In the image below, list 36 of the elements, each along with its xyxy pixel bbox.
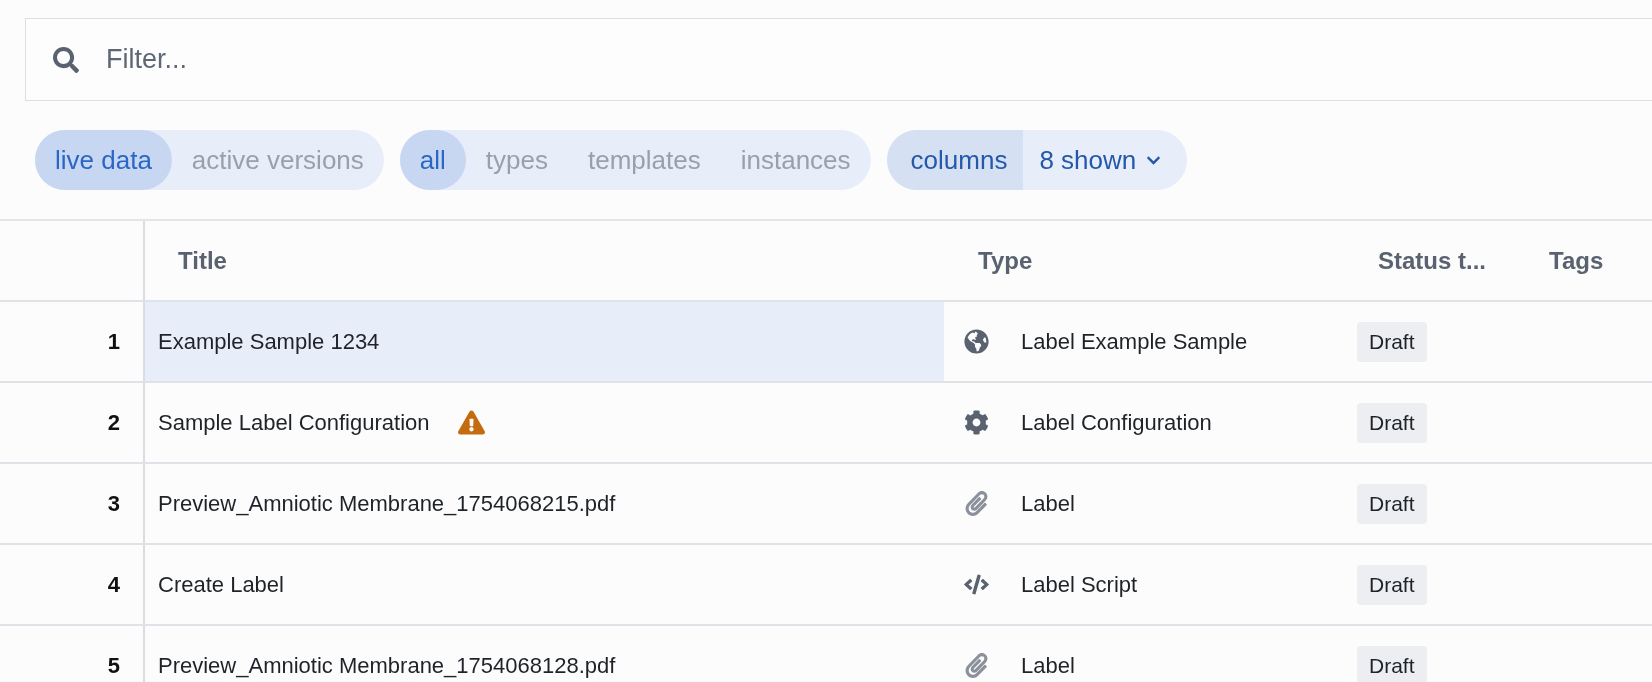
columns-label: columns xyxy=(886,130,1024,190)
filter-bar[interactable]: Filter... xyxy=(25,18,1652,101)
columns-dropdown[interactable]: 8 shown xyxy=(1023,130,1188,190)
row-number: 3 xyxy=(107,490,120,517)
filter-toggle[interactable]: all xyxy=(399,130,466,190)
type-label: Label xyxy=(1021,652,1075,679)
status-tag: Draft xyxy=(1357,321,1427,362)
title-cell[interactable]: Create Label xyxy=(145,545,944,624)
code-icon xyxy=(964,572,989,597)
column-header[interactable]: Status t... xyxy=(1340,246,1530,275)
type-label: Label Script xyxy=(1021,571,1138,598)
row-number: 5 xyxy=(107,652,120,679)
search-icon xyxy=(53,46,79,73)
title-cell[interactable]: Preview_Amniotic Membrane_1754068215.pdf xyxy=(145,464,944,543)
globe-icon xyxy=(964,329,989,354)
type-label: Label Configuration xyxy=(1021,409,1212,436)
filter-toggle[interactable]: live data xyxy=(35,130,172,190)
column-header[interactable]: Type xyxy=(944,246,1340,275)
row-number: 1 xyxy=(107,328,120,355)
paperclip-icon xyxy=(964,653,989,678)
type-label: Label Example Sample xyxy=(1021,328,1248,355)
title-cell[interactable]: Preview_Amniotic Membrane_1754068128.pdf xyxy=(145,626,944,682)
filter-field[interactable]: Filter... xyxy=(104,43,1652,76)
title-cell[interactable]: Example Sample 1234 xyxy=(145,302,944,381)
status-tag: Draft xyxy=(1357,645,1427,682)
column-header[interactable]: Tags xyxy=(1530,246,1652,275)
status-tag: Draft xyxy=(1357,402,1427,443)
status-tag: Draft xyxy=(1357,564,1427,605)
status-tag: Draft xyxy=(1357,483,1427,524)
paperclip-icon xyxy=(964,491,989,516)
gear-icon xyxy=(964,410,989,435)
row-number: 2 xyxy=(107,409,120,436)
column-header[interactable]: Title xyxy=(145,246,944,275)
type-label: Label xyxy=(1021,490,1075,517)
title-cell[interactable]: Sample Label Configuration xyxy=(145,383,944,462)
row-number: 4 xyxy=(107,571,120,598)
